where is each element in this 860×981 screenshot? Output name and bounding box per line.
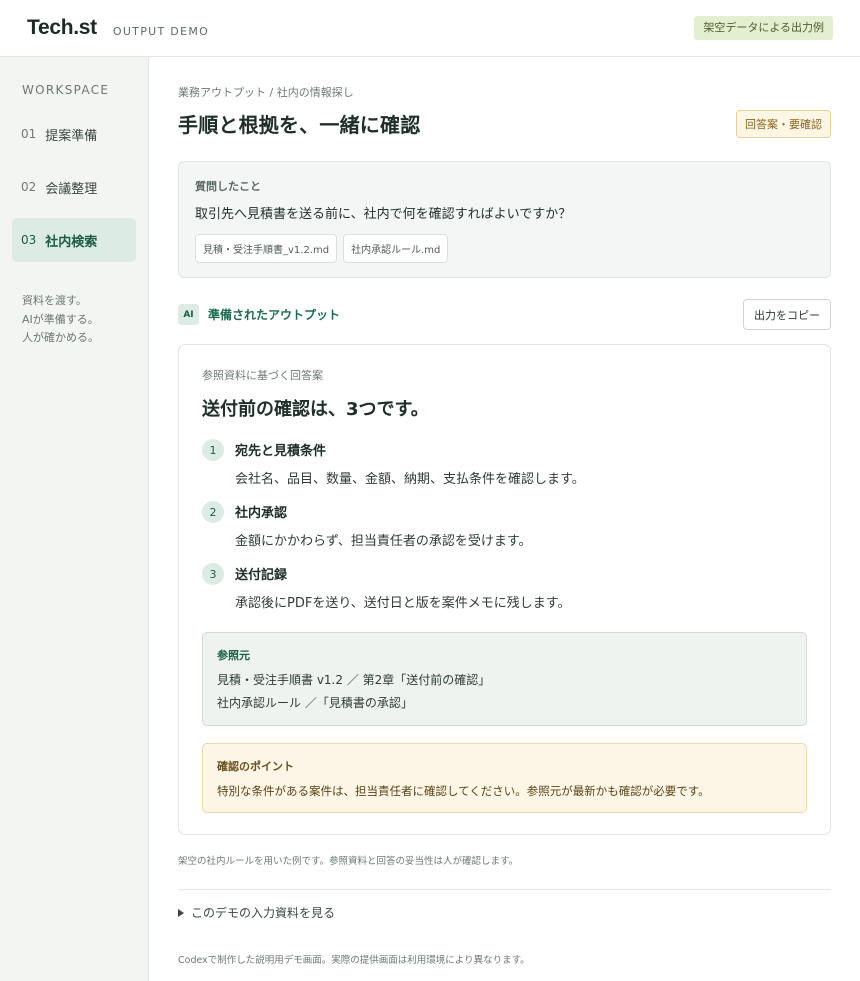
- step-title: 社内承認: [235, 506, 288, 521]
- file-chip[interactable]: 見積・受注手順書_v1.2.md: [195, 234, 338, 263]
- sidebar-note: 資料を渡す。 AIが準備する。 人が確かめる。: [12, 292, 136, 348]
- logo: Tech.st: [27, 16, 97, 39]
- sources-label: 参照元: [217, 649, 250, 662]
- main-content: 業務アウトプット / 社内の情報探し 手順と根拠を、一緒に確認 回答案・要確認 …: [149, 57, 860, 981]
- output-label: 準備されたアウトプット: [208, 308, 341, 322]
- question-text: 取引先へ見積書を送る前に、社内で何を確認すればよいですか？: [195, 207, 572, 222]
- caret-right-icon: [178, 908, 184, 917]
- toggle-label: このデモの入力資料を見る: [191, 906, 336, 920]
- app-header: Tech.st OUTPUT DEMO 架空データによる出力例: [0, 0, 860, 57]
- divider: [178, 889, 831, 890]
- header-subtitle: OUTPUT DEMO: [112, 24, 210, 38]
- sidebar-item-number: 01: [21, 127, 37, 141]
- attached-files: 見積・受注手順書_v1.2.md 社内承認ルール.md: [195, 234, 814, 263]
- sidebar-heading: WORKSPACE: [22, 83, 110, 97]
- breadcrumb: 業務アウトプット / 社内の情報探し: [178, 86, 354, 99]
- sources-box: 参照元 見積・受注手順書 v1.2 ／ 第2章「送付前の確認」 社内承認ルール …: [202, 632, 807, 726]
- fictional-data-badge: 架空データによる出力例: [694, 16, 833, 40]
- sidebar-item-proposal-prep[interactable]: 01 提案準備: [12, 112, 136, 156]
- sidebar-item-meeting-notes[interactable]: 02 会議整理: [12, 165, 136, 209]
- step-description: 会社名、品目、数量、金額、納期、支払条件を確認します。: [235, 472, 585, 487]
- input-materials-toggle[interactable]: このデモの入力資料を見る: [178, 904, 831, 921]
- answer-title: 送付前の確認は、3つです。: [202, 399, 429, 420]
- sidebar-note-line: 資料を渡す。: [22, 294, 87, 307]
- step-number: 2: [202, 501, 224, 523]
- sidebar-note-line: AIが準備する。: [22, 312, 99, 326]
- step-list: 1 宛先と見積条件 会社名、品目、数量、金額、納期、支払条件を確認します。 2 …: [202, 439, 807, 611]
- answer-subtitle: 参照資料に基づく回答案: [202, 369, 323, 382]
- sidebar-item-internal-search[interactable]: 03 社内検索: [12, 218, 136, 262]
- step-number: 3: [202, 563, 224, 585]
- step-title: 宛先と見積条件: [235, 444, 327, 459]
- sidebar-item-number: 02: [21, 180, 37, 194]
- check-point-box: 確認のポイント 特別な条件がある案件は、担当責任者に確認してください。参照元が最…: [202, 743, 807, 813]
- source-line: 社内承認ルール ／「見積書の承認」: [217, 696, 413, 710]
- bottom-note: Codexで制作した説明用デモ画面。実際の提供画面は利用環境により異なります。: [178, 955, 530, 966]
- list-item: 2 社内承認 金額にかかわらず、担当責任者の承認を受けます。: [202, 501, 807, 549]
- copy-output-button[interactable]: 出力をコピー: [743, 299, 831, 330]
- check-point-text: 特別な条件がある案件は、担当責任者に確認してください。参照元が最新かも確認が必要…: [217, 784, 710, 798]
- sidebar-item-label: 会議整理: [45, 181, 98, 197]
- output-header: AI 準備されたアウトプット 出力をコピー: [178, 299, 831, 330]
- ai-icon: AI: [178, 304, 199, 325]
- source-line: 見積・受注手順書 v1.2 ／ 第2章「送付前の確認」: [217, 673, 491, 687]
- footnote: 架空の社内ルールを用いた例です。参照資料と回答の妥当性は人が確認します。: [178, 856, 519, 867]
- answer-card: 参照資料に基づく回答案 送付前の確認は、3つです。 1 宛先と見積条件 会社名、…: [178, 344, 831, 835]
- list-item: 3 送付記録 承認後にPDFを送り、送付日と版を案件メモに残します。: [202, 563, 807, 611]
- sidebar-item-label: 社内検索: [45, 234, 98, 250]
- step-description: 承認後にPDFを送り、送付日と版を案件メモに残します。: [235, 596, 571, 611]
- page-title: 手順と根拠を、一緒に確認: [178, 113, 421, 137]
- question-label: 質問したこと: [195, 180, 261, 193]
- step-description: 金額にかかわらず、担当責任者の承認を受けます。: [235, 534, 532, 549]
- sidebar-note-line: 人が確かめる。: [22, 331, 99, 344]
- step-number: 1: [202, 439, 224, 461]
- check-point-label: 確認のポイント: [217, 760, 294, 773]
- status-badge: 回答案・要確認: [736, 109, 831, 138]
- sidebar: WORKSPACE 01 提案準備 02 会議整理 03 社内検索 資料を渡す。…: [0, 57, 149, 981]
- list-item: 1 宛先と見積条件 会社名、品目、数量、金額、納期、支払条件を確認します。: [202, 439, 807, 487]
- step-title: 送付記録: [235, 568, 288, 583]
- file-chip[interactable]: 社内承認ルール.md: [343, 234, 449, 263]
- sidebar-item-label: 提案準備: [45, 128, 98, 144]
- question-box: 質問したこと 取引先へ見積書を送る前に、社内で何を確認すればよいですか？ 見積・…: [178, 161, 831, 278]
- sidebar-item-number: 03: [21, 233, 37, 247]
